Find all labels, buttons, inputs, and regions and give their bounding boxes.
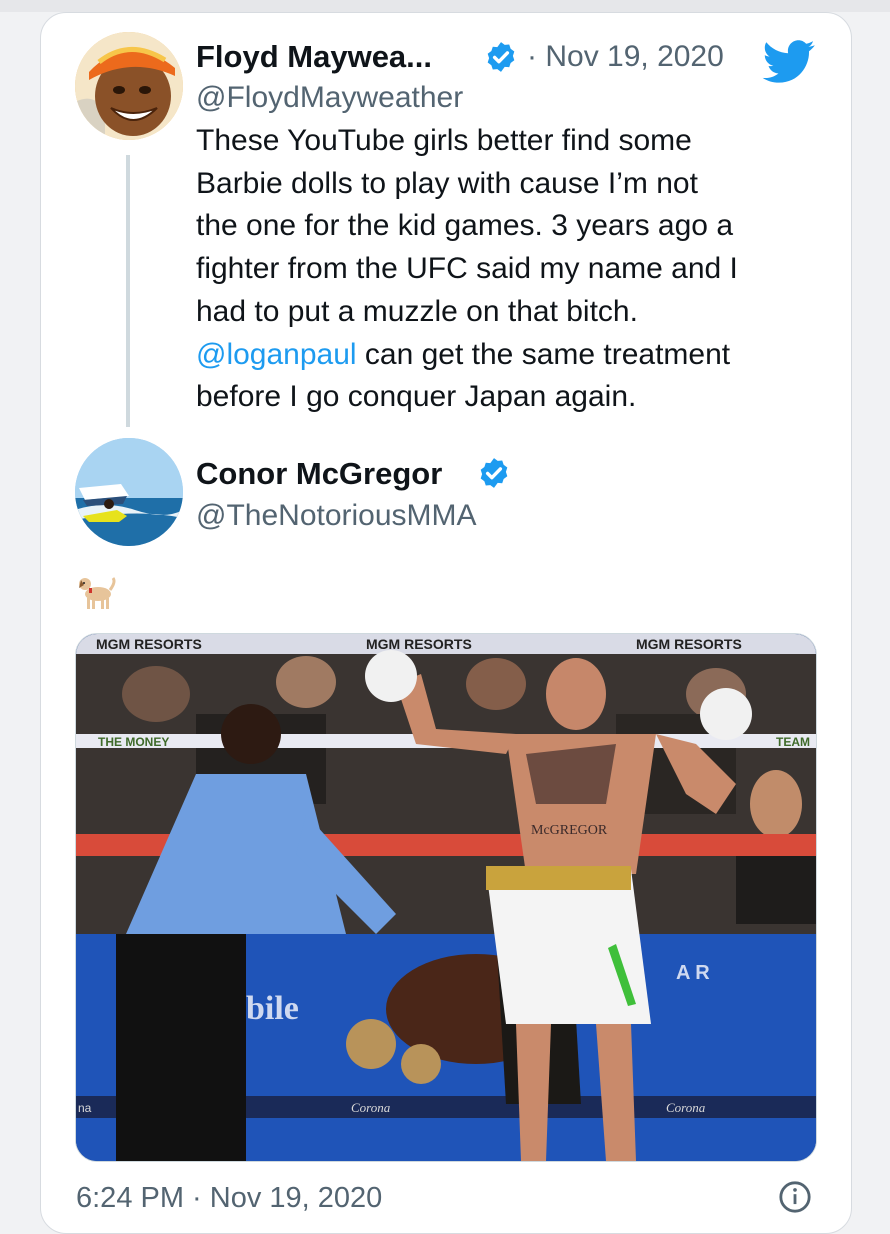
thread-connector-line — [126, 155, 130, 427]
mention-link[interactable]: @loganpaul — [196, 338, 357, 371]
top-bar — [0, 0, 890, 12]
banner-text: MGM RESORTS — [366, 636, 472, 652]
rope-text: TEAM — [776, 735, 810, 749]
tweet-text: These YouTube girls better find some Bar… — [196, 120, 836, 419]
avatar[interactable] — [75, 438, 183, 546]
tweet-text-line: These YouTube girls better find some — [196, 124, 692, 157]
banner-text: MGM RESORTS — [96, 636, 202, 652]
tweet-text-fragment: can get the same treatment — [356, 337, 731, 371]
reply-author-name[interactable]: Conor McGregor — [196, 454, 442, 494]
sponsor-text: Corona — [351, 1100, 391, 1115]
mat-text: bile — [246, 990, 299, 1027]
sponsor-text: na — [78, 1101, 92, 1115]
tweet-text-line: the one for the kid games. 3 years ago a — [196, 209, 733, 243]
verified-badge-icon — [487, 42, 515, 72]
tweet-photo[interactable]: MGM RESORTS MGM RESORTS MGM RESORTS THE … — [75, 633, 817, 1162]
tweet-text-line: Barbie dolls to play with cause I’m not — [196, 166, 698, 200]
tweet-text-line: before I go conquer Japan again. — [196, 380, 637, 414]
boxing-photo: MGM RESORTS MGM RESORTS MGM RESORTS THE … — [76, 634, 816, 1161]
info-icon[interactable] — [778, 1180, 812, 1214]
tweet-text-line: had to put a muzzle on that bitch. — [196, 294, 638, 328]
tweet-text-line: @loganpaul can get the same treatment — [196, 334, 836, 377]
sponsor-text: Corona — [666, 1100, 706, 1115]
banner-text: MGM RESORTS — [636, 636, 742, 652]
tweet-date[interactable]: · Nov 19, 2020 — [527, 37, 724, 77]
verified-badge-icon — [480, 458, 508, 488]
tattoo-text: McGREGOR — [531, 823, 608, 838]
tweet-text-line: fighter from the UFC said my name and I — [196, 252, 738, 286]
tweet-author-handle[interactable]: @FloydMayweather — [196, 78, 463, 118]
dog-emoji-icon — [79, 577, 116, 609]
twitter-bird-icon[interactable] — [762, 40, 816, 84]
tweet-author-name[interactable]: Floyd Maywea... — [196, 37, 432, 77]
mat-text: A R — [676, 962, 710, 984]
tweet-timestamp[interactable]: 6:24 PM · Nov 19, 2020 — [76, 1178, 382, 1218]
avatar[interactable] — [75, 32, 183, 140]
rope-text: THE MONEY — [98, 735, 169, 749]
reply-author-handle[interactable]: @TheNotoriousMMA — [196, 496, 477, 536]
